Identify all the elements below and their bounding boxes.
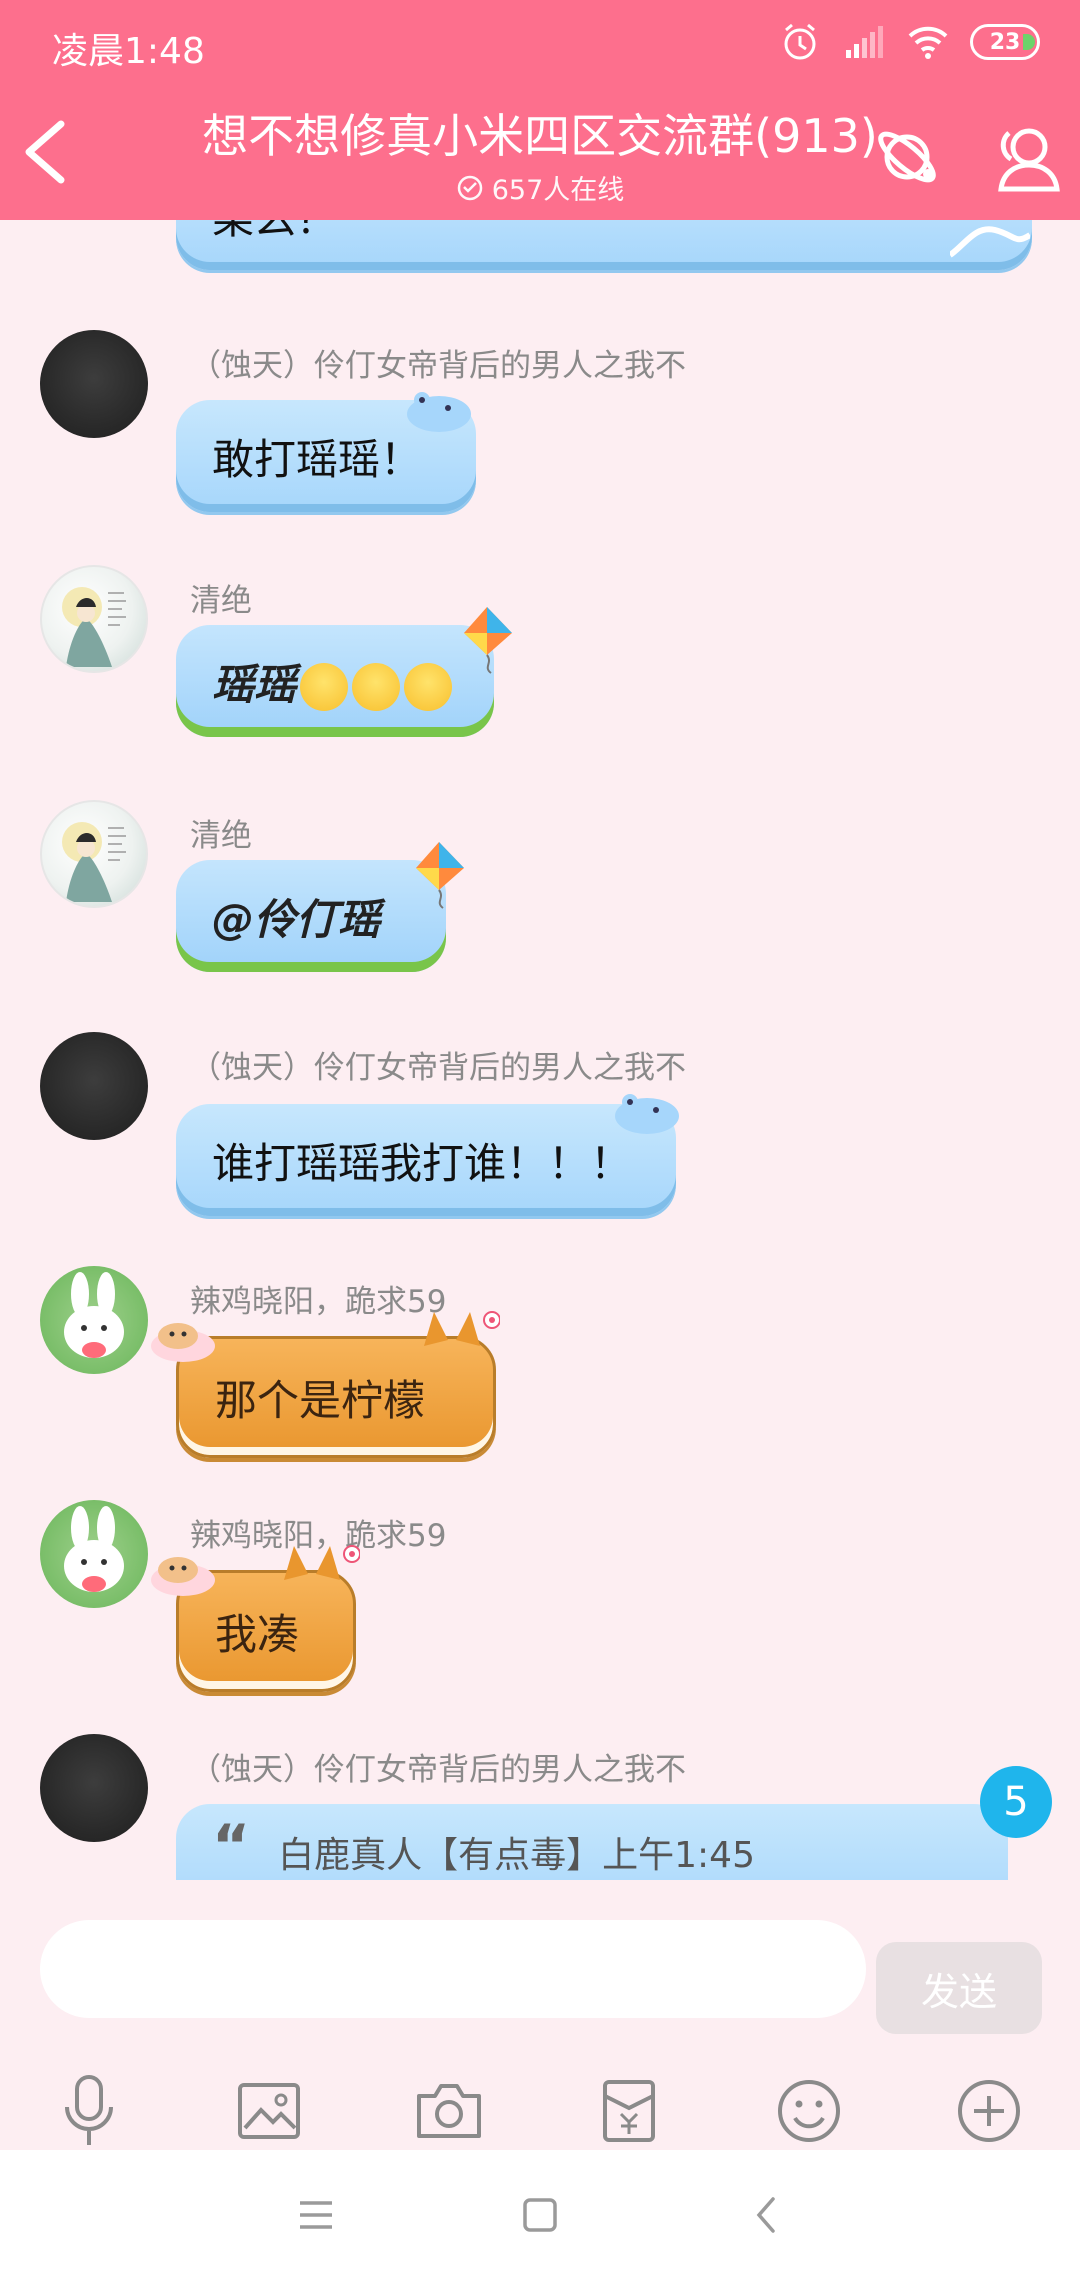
system-back-button[interactable] [726,2180,806,2250]
sender-name[interactable]: 清绝 [190,575,252,620]
group-apps-button[interactable] [862,112,952,202]
avatar[interactable] [40,565,148,673]
hippo-decoration-icon [407,392,471,432]
wave-decoration-icon [950,226,1030,258]
plus-icon [958,2080,1020,2142]
message-bubble[interactable]: @伶仃瑶 [176,860,446,972]
menu-icon [300,2201,332,2229]
avatar[interactable] [40,800,148,908]
sender-name[interactable]: （蚀天）伶仃女帝背后的男人之我不 [190,1042,686,1087]
quoted-message-meta: 白鹿真人【有点毒】上午1:45 [278,1835,755,1876]
unread-count-badge[interactable]: 5 [980,1766,1052,1838]
chat-screen: 凌晨1:48 23 想不想修真小米四区交流群(913) 657人在线 桨么？ [0,0,1080,2280]
battery-indicator: 23 [970,24,1040,60]
avatar[interactable] [40,1734,148,1842]
more-button[interactable] [944,2066,1034,2156]
sender-name[interactable]: （蚀天）伶仃女帝背后的男人之我不 [190,340,686,385]
message-text: 瑶瑶 [212,659,297,709]
message-text: 谁打瑶瑶我打谁！！！ [212,1138,633,1188]
sender-name[interactable]: （蚀天）伶仃女帝背后的男人之我不 [190,1744,686,1789]
message-text: 桨么？ [212,220,338,246]
avatar[interactable] [40,1266,148,1374]
bunny-avatar-icon [64,1272,124,1358]
avatar[interactable] [40,330,148,438]
hamster-decoration-icon [151,1557,215,1596]
message-bubble[interactable]: 谁打瑶瑶我打谁！！！ [176,1104,676,1216]
send-button[interactable]: 发送 [876,1942,1042,2034]
sender-name[interactable]: 清绝 [190,810,252,855]
lady-portrait-icon [62,587,126,667]
message-input[interactable] [40,1920,866,2018]
chevron-left-icon [756,2197,775,2233]
image-icon [238,2083,300,2139]
quote-bubble[interactable]: “ 白鹿真人【有点毒】上午1:45 [176,1804,1008,1880]
corgi-head-icon [424,1311,500,1346]
input-bar: 发送 [0,1920,1080,2050]
corgi-head-icon [284,1545,360,1580]
system-nav-bar [0,2150,1080,2280]
grin-emoji-icon [352,663,401,711]
red-packet-icon [603,2080,655,2142]
wifi-icon [908,26,948,59]
avatar[interactable] [40,1500,148,1608]
people-icon [998,128,1060,192]
group-members-button[interactable] [982,112,1072,202]
kite-icon [416,842,464,909]
message-bubble[interactable]: 瑶瑶 [176,625,494,737]
status-time: 凌晨1:48 [52,31,205,72]
grin-emoji-icon [404,663,453,711]
hamster-decoration-icon [151,1323,215,1362]
chat-header: 凌晨1:48 23 想不想修真小米四区交流群(913) 657人在线 [0,0,1080,220]
emoji-button[interactable] [764,2066,854,2156]
emoji-icon [778,2080,840,2142]
camera-button[interactable] [404,2066,494,2156]
grin-emoji-icon [300,663,349,711]
red-packet-button[interactable] [584,2066,674,2156]
voice-button[interactable] [44,2066,134,2156]
online-count: 657人在线 [491,175,625,206]
bunny-avatar-icon [64,1506,124,1592]
camera-icon [417,2084,481,2138]
message-text: 敢打瑶瑶！ [212,434,423,484]
square-home-icon [523,2198,557,2232]
message-bubble[interactable]: 桨么？ [176,220,1032,270]
recent-apps-button[interactable] [276,2180,356,2250]
avatar[interactable] [40,1032,148,1140]
message-list[interactable]: 桨么？ （蚀天）伶仃女帝背后的男人之我不 敢打瑶瑶！ 清绝 瑶瑶 [0,220,1080,1880]
microphone-icon [65,2075,113,2145]
home-button[interactable] [500,2180,580,2250]
status-icons: 23 [778,20,1040,64]
planet-icon [878,131,936,183]
message-text: 那个是柠檬 [215,1375,426,1425]
image-button[interactable] [224,2066,314,2156]
message-text: @伶仃瑶 [212,894,381,944]
signal-icon [846,26,883,58]
online-check-icon [457,175,482,200]
hippo-decoration-icon [615,1094,679,1134]
kite-icon [464,607,512,674]
sender-name[interactable]: 辣鸡晓阳，跪求59 [190,1276,446,1321]
lady-portrait-icon [62,822,126,902]
quote-mark-icon: “ [212,1812,251,1880]
alarm-icon [784,23,816,60]
